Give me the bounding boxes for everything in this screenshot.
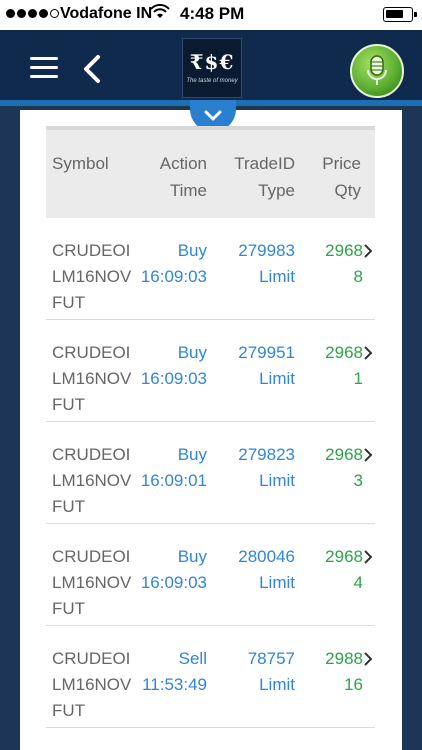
row-price-qty: 2968 1 <box>325 343 363 388</box>
row-tradeid-type: 279823 Limit <box>238 445 295 490</box>
row-price-qty: 2968 8 <box>325 241 363 286</box>
microphone-icon[interactable] <box>350 44 404 98</box>
app-logo[interactable]: ₹$€ The taste of money <box>182 38 242 98</box>
menu-icon[interactable] <box>30 57 58 79</box>
logo-tagline: The taste of money <box>186 78 238 84</box>
row-price-qty: 2988 16 <box>325 649 363 694</box>
battery-icon <box>383 7 417 22</box>
table-row[interactable]: CRUDEOILM16NOVFUT Buy 16:09:01 279823 Limi… <box>46 422 375 524</box>
row-symbol: CRUDEOILM16NOVFUT <box>52 343 132 414</box>
row-price-qty: 2968 3 <box>325 445 363 490</box>
chevron-right-icon <box>364 448 373 462</box>
table-row[interactable]: CRUDEOILM16NOVFUT Buy 16:09:03 279951 Limi… <box>46 320 375 422</box>
row-symbol: CRUDEOILM16NOVFUT <box>52 547 132 618</box>
chevron-right-icon <box>364 550 373 564</box>
table-header: Symbol Action Time TradeID Type Price Qt… <box>46 130 375 218</box>
row-action-time: Buy 16:09:01 <box>140 445 207 490</box>
row-tradeid-type: 78757 Limit <box>247 649 295 694</box>
chevron-right-icon <box>364 652 373 666</box>
status-time: 4:48 PM <box>180 4 245 23</box>
wifi-icon <box>150 3 170 25</box>
app-header: ₹$€ The taste of money <box>0 30 422 106</box>
status-bar: Vodafone IN 4:48 PM <box>0 0 422 30</box>
header-action-time: Action Time <box>159 154 207 200</box>
table-row[interactable]: CRUDEOILM16NOVFUT Sell 11:53:49 78757 Limi… <box>46 626 375 728</box>
header-symbol: Symbol <box>52 154 109 173</box>
trade-book-panel: Symbol Action Time TradeID Type Price Qt… <box>20 100 402 750</box>
chevron-right-icon <box>364 244 373 258</box>
back-arrow-icon[interactable] <box>80 54 104 84</box>
row-symbol: CRUDEOILM16NOVFUT <box>52 241 132 312</box>
row-symbol: CRUDEOILM16NOVFUT <box>52 649 132 720</box>
row-price-qty: 2968 4 <box>325 547 363 592</box>
row-action-time: Sell 11:53:49 <box>142 649 207 694</box>
row-tradeid-type: 279951 Limit <box>238 343 295 388</box>
row-action-time: Buy 16:09:03 <box>140 241 207 286</box>
signal-strength-icon <box>6 9 59 18</box>
table-row[interactable]: CRUDEOILM16NOVFUT Buy 16:09:03 280046 Limi… <box>46 524 375 626</box>
row-symbol: CRUDEOILM16NOVFUT <box>52 445 132 516</box>
header-price-qty: Price Qty <box>322 154 361 200</box>
row-action-time: Buy 16:09:03 <box>140 343 207 388</box>
table-row[interactable]: CRUDEOILM16NOVFUT Buy 16:09:03 279983 Limi… <box>46 218 375 320</box>
header-tradeid-type: TradeID Type <box>234 154 295 200</box>
row-tradeid-type: 279983 Limit <box>238 241 295 286</box>
carrier-name: Vodafone IN <box>60 5 153 22</box>
trades-table: Symbol Action Time TradeID Type Price Qt… <box>46 126 375 728</box>
logo-mark: ₹$€ <box>189 50 235 74</box>
row-action-time: Buy 16:09:03 <box>140 547 207 592</box>
chevron-right-icon <box>364 346 373 360</box>
row-tradeid-type: 280046 Limit <box>238 547 295 592</box>
